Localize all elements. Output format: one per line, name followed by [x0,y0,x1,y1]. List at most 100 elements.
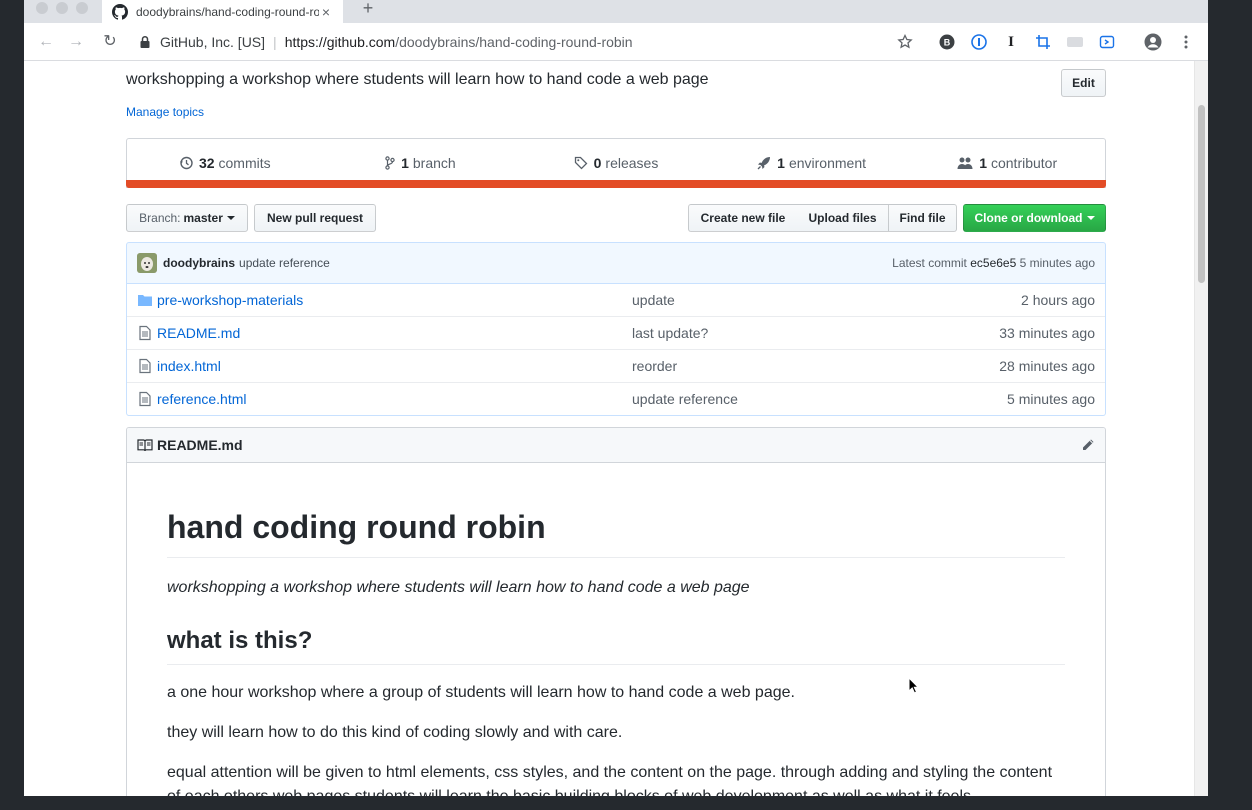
url-host: https://github.com [284,34,396,50]
file-name-link[interactable]: reference.html [157,391,632,407]
profile-icon[interactable] [1144,33,1162,51]
commit-age: 5 minutes ago [1019,256,1095,270]
stat-releases-label: releases [605,155,659,171]
commit-author-link[interactable]: doodybrains [163,256,235,270]
tab-close-icon[interactable]: × [319,4,333,20]
commit-sha-link[interactable]: ec5e6e5 [970,256,1016,270]
address-bar[interactable]: GitHub, Inc. [US] | https://github.com/d… [138,29,898,55]
readme-title: hand coding round robin [167,507,1065,558]
mouse-cursor-icon [908,677,920,694]
rocket-icon [757,157,771,170]
caret-down-icon [226,216,235,220]
maximize-window-button[interactable] [76,2,88,14]
clone-or-download-button[interactable]: Clone or download [963,204,1106,232]
menu-icon[interactable] [1177,33,1195,51]
stat-environments[interactable]: 1 environment [714,155,910,171]
new-tab-button[interactable]: + [356,0,380,20]
stat-branches-label: branch [412,155,456,171]
table-row: reference.html update reference 5 minute… [127,382,1105,415]
latest-commit-bar: doodybrains update reference Latest comm… [126,242,1106,284]
stat-commits[interactable]: 32 commits [127,155,323,171]
file-list: pre-workshop-materials update 2 hours ag… [126,283,1106,416]
reload-button[interactable]: ↻ [100,32,120,52]
file-commit-message[interactable]: update reference [632,391,1007,407]
manage-topics-link[interactable]: Manage topics [126,105,204,119]
readme-paragraph: they will learn how to do this kind of c… [167,724,623,741]
readme-paragraph: a one hour workshop where a group of stu… [167,684,795,701]
scrollbar-thumb[interactable] [1198,105,1205,283]
stat-contributors-count: 1 [979,155,987,171]
stat-contributors[interactable]: 1 contributor [909,155,1105,171]
close-window-button[interactable] [36,2,48,14]
find-file-button[interactable]: Find file [888,204,957,232]
file-commit-message[interactable]: update [632,292,1021,308]
tab-strip: doodybrains/hand-coding-round-robin × + [24,0,1208,23]
stat-environments-count: 1 [777,155,785,171]
file-age: 5 minutes ago [1007,391,1095,407]
star-icon[interactable] [896,33,914,51]
edit-description-button[interactable]: Edit [1061,69,1106,97]
table-row: README.md last update? 33 minutes ago [127,316,1105,349]
avatar[interactable] [137,253,157,273]
page-viewport: workshopping a workshop where students w… [24,61,1208,796]
stat-contributors-label: contributor [990,155,1058,171]
table-row: pre-workshop-materials update 2 hours ag… [127,283,1105,316]
readme-lead: workshopping a workshop where students w… [167,579,750,596]
browser-tab-active[interactable]: doodybrains/hand-coding-round-robin × [102,0,343,23]
file-commit-message[interactable]: last update? [632,325,999,341]
stat-commits-label: commits [218,155,271,171]
lock-icon [140,35,150,48]
tab-title: doodybrains/hand-coding-round-robin [136,4,319,19]
file-age: 33 minutes ago [999,325,1095,341]
url-path: /doodybrains/hand-coding-round-robin [395,34,633,50]
book-icon [137,439,153,452]
crop-icon[interactable] [1034,33,1052,51]
minimize-window-button[interactable] [56,2,68,14]
latest-commit-info: Latest commit ec5e6e5 5 minutes ago [892,256,1095,270]
readme-paragraph: equal attention will be given to html el… [167,764,1053,796]
stat-releases[interactable]: 0 releases [518,155,714,171]
branch-prefix: Branch: [139,211,181,225]
history-icon [179,156,193,170]
latest-commit-prefix: Latest commit [892,256,967,270]
branch-icon [385,156,395,170]
table-row: index.html reorder 28 minutes ago [127,349,1105,382]
readme-article: hand coding round robin workshopping a w… [127,507,1105,796]
extension-gray-icon[interactable] [1066,33,1084,51]
repo-description: workshopping a workshop where students w… [126,71,709,88]
file-icon [139,325,151,341]
1password-icon[interactable] [970,33,988,51]
window-controls [36,2,88,14]
extension-blue-icon[interactable] [1098,33,1116,51]
language-bar[interactable] [126,180,1106,188]
file-name-link[interactable]: README.md [157,325,632,341]
stat-releases-count: 0 [593,155,602,171]
file-icon [139,358,151,374]
stat-branches[interactable]: 1 branch [323,155,519,171]
readme-filename: README.md [157,437,243,453]
readme-header: README.md [127,428,1105,463]
branch-select-button[interactable]: Branch: master [126,204,248,232]
instapaper-icon[interactable]: I [1002,33,1020,51]
commit-message-link[interactable]: update reference [239,256,330,270]
file-name-link[interactable]: pre-workshop-materials [157,292,632,308]
page-scrollbar[interactable] [1194,61,1208,796]
forward-button[interactable]: → [66,32,86,52]
new-pull-request-button[interactable]: New pull request [254,204,376,232]
github-icon [112,3,128,20]
readme-box: README.md hand coding round robin worksh… [126,427,1106,796]
file-commit-message[interactable]: reorder [632,358,999,374]
stat-branches-count: 1 [401,155,409,171]
file-age: 2 hours ago [1021,291,1095,308]
stat-environments-label: environment [788,155,866,171]
clone-label: Clone or download [974,211,1083,225]
address-divider: | [273,34,277,50]
upload-files-button[interactable]: Upload files [797,204,889,232]
folder-icon [138,294,152,306]
back-button[interactable]: ← [36,32,56,52]
file-icon [139,391,151,407]
extension-b-icon[interactable]: B [938,33,956,51]
file-name-link[interactable]: index.html [157,358,632,374]
pencil-icon[interactable] [1081,438,1095,452]
create-new-file-button[interactable]: Create new file [688,204,798,232]
